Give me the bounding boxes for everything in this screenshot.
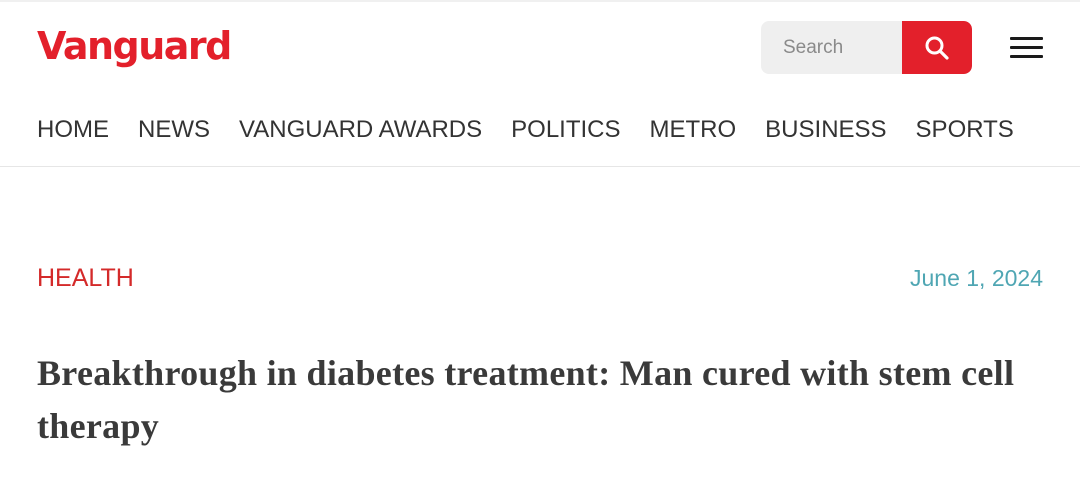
search-icon — [925, 36, 949, 60]
search-button[interactable] — [902, 21, 972, 74]
search-bar — [761, 21, 972, 74]
menu-bar — [1010, 37, 1043, 40]
nav-divider — [0, 166, 1080, 167]
main-nav: HOME NEWS VANGUARD AWARDS POLITICS METRO BUSI… — [37, 112, 1080, 148]
nav-item-politics[interactable]: POLITICS — [511, 112, 620, 148]
page: Vanguard HOME NEWS VANGUARD AWARDS POLITICS… — [0, 0, 1080, 492]
menu-bar — [1010, 46, 1043, 49]
nav-item-business[interactable]: BUSINESS — [765, 112, 886, 148]
search-input[interactable] — [761, 21, 902, 74]
hamburger-menu-icon[interactable] — [1010, 36, 1044, 60]
article-headline: Breakthrough in diabetes treatment: Man … — [37, 353, 1015, 446]
top-border — [0, 0, 1080, 2]
nav-item-metro[interactable]: METRO — [650, 112, 737, 148]
nav-item-sports[interactable]: SPORTS — [916, 112, 1014, 148]
article-category[interactable]: HEALTH — [37, 262, 134, 294]
nav-item-news[interactable]: NEWS — [138, 112, 210, 148]
article-date: June 1, 2024 — [909, 265, 1043, 291]
site-logo[interactable]: Vanguard — [37, 22, 232, 70]
menu-bar — [1010, 55, 1043, 58]
nav-item-vanguard-awards[interactable]: VANGUARD AWARDS — [239, 112, 482, 148]
nav-item-home[interactable]: HOME — [37, 112, 109, 148]
